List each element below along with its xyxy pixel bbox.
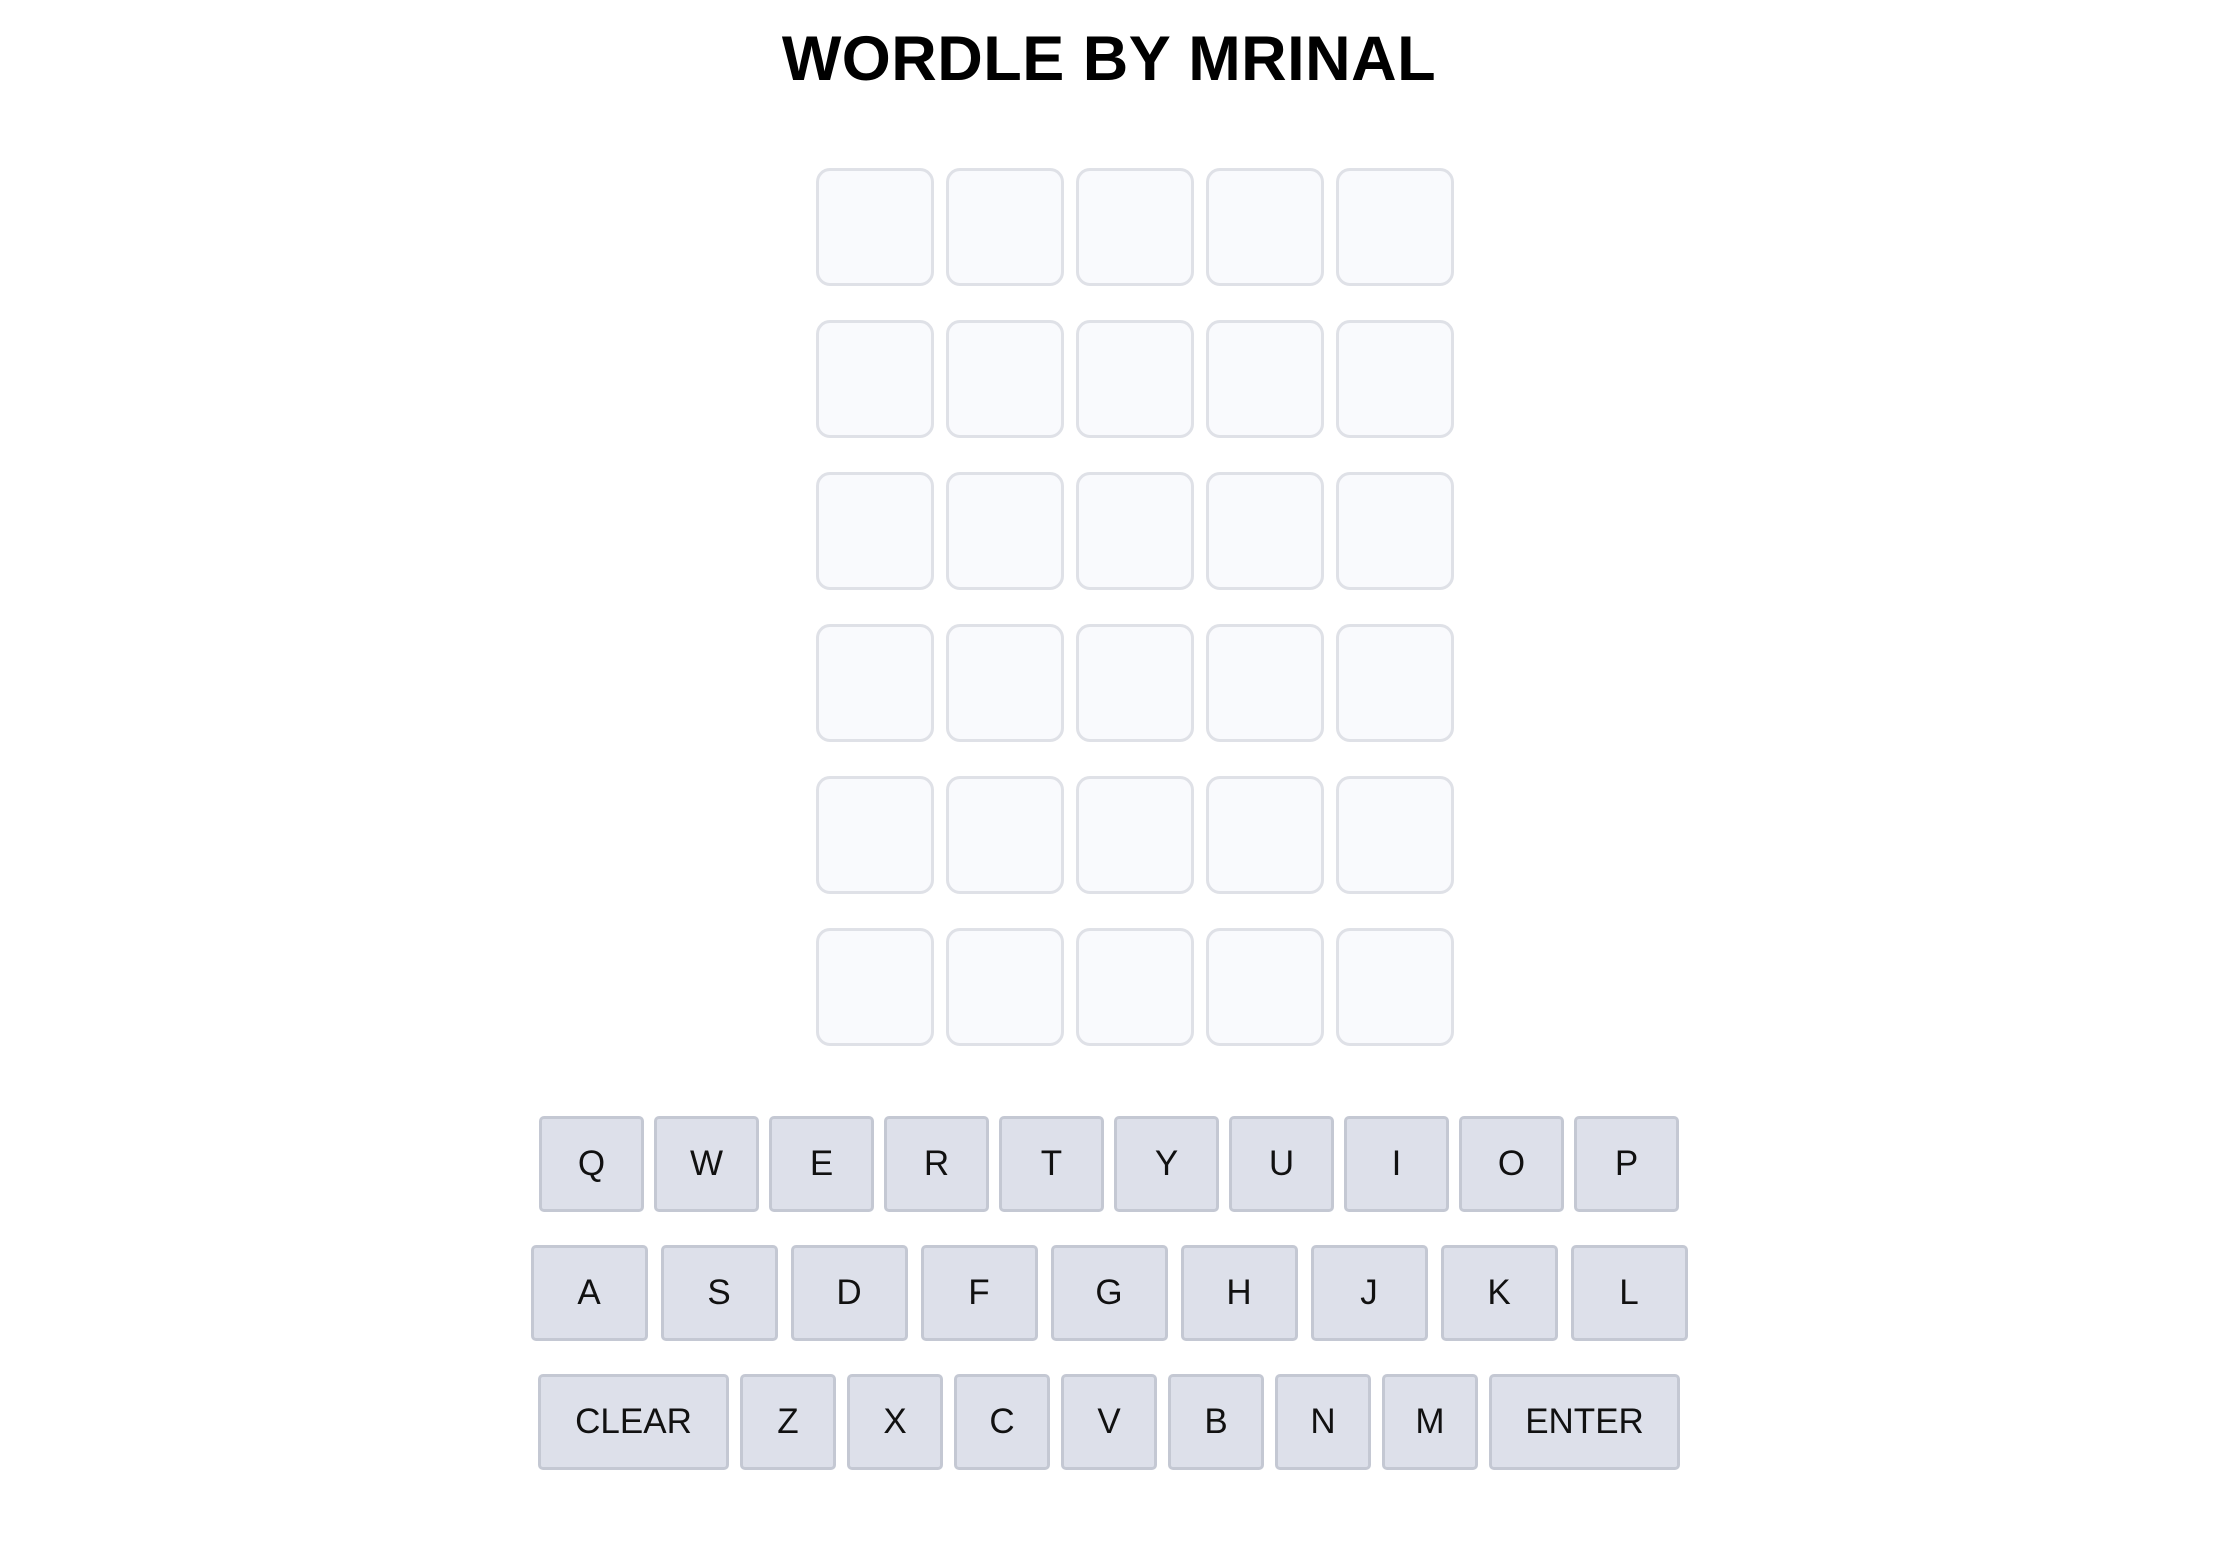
key-o[interactable]: O [1459, 1116, 1564, 1212]
letter-tile [816, 320, 934, 438]
letter-tile [816, 776, 934, 894]
letter-tile [1206, 776, 1324, 894]
letter-tile [816, 624, 934, 742]
letter-tile [946, 624, 1064, 742]
key-u[interactable]: U [1229, 1116, 1334, 1212]
letter-tile [1336, 472, 1454, 590]
tile-row [816, 776, 1454, 894]
letter-tile [1336, 168, 1454, 286]
key-r[interactable]: R [884, 1116, 989, 1212]
guess-board [816, 168, 1454, 1080]
letter-tile [1206, 928, 1324, 1046]
key-m[interactable]: M [1382, 1374, 1478, 1470]
on-screen-keyboard: Q W E R T Y U I O P A S D F G H J K L CLEAR Z X C V B N M ENTER [0, 1116, 2218, 1503]
letter-tile [1076, 624, 1194, 742]
tile-row [816, 472, 1454, 590]
key-y[interactable]: Y [1114, 1116, 1219, 1212]
tile-row [816, 168, 1454, 286]
key-q[interactable]: Q [539, 1116, 644, 1212]
keyboard-row: CLEAR Z X C V B N M ENTER [0, 1374, 2218, 1470]
tile-row [816, 624, 1454, 742]
letter-tile [1206, 168, 1324, 286]
letter-tile [1206, 472, 1324, 590]
key-w[interactable]: W [654, 1116, 759, 1212]
letter-tile [1336, 776, 1454, 894]
letter-tile [946, 472, 1064, 590]
key-f[interactable]: F [920, 1245, 1038, 1341]
letter-tile [1076, 320, 1194, 438]
key-s[interactable]: S [660, 1245, 778, 1341]
keyboard-row: QWERTYUIOP [0, 1116, 2218, 1212]
key-k[interactable]: K [1440, 1245, 1558, 1341]
key-x[interactable]: X [847, 1374, 943, 1470]
keyboard-row: ASDFGHJKL [0, 1245, 2218, 1341]
tile-row [816, 928, 1454, 1046]
letter-tile [1076, 168, 1194, 286]
key-v[interactable]: V [1061, 1374, 1157, 1470]
clear-key[interactable]: CLEAR [538, 1374, 729, 1470]
letter-tile [816, 168, 934, 286]
letter-tile [1076, 928, 1194, 1046]
key-l[interactable]: L [1570, 1245, 1688, 1341]
key-a[interactable]: A [530, 1245, 648, 1341]
key-t[interactable]: T [999, 1116, 1104, 1212]
letter-tile [946, 168, 1064, 286]
key-i[interactable]: I [1344, 1116, 1449, 1212]
letter-tile [816, 928, 934, 1046]
key-j[interactable]: J [1310, 1245, 1428, 1341]
key-p[interactable]: P [1574, 1116, 1679, 1212]
key-c[interactable]: C [954, 1374, 1050, 1470]
key-n[interactable]: N [1275, 1374, 1371, 1470]
letter-tile [946, 928, 1064, 1046]
key-e[interactable]: E [769, 1116, 874, 1212]
letter-tile [946, 320, 1064, 438]
tile-row [816, 320, 1454, 438]
letter-tile [1336, 624, 1454, 742]
key-d[interactable]: D [790, 1245, 908, 1341]
letter-tile [1206, 320, 1324, 438]
key-b[interactable]: B [1168, 1374, 1264, 1470]
letter-tile [1336, 320, 1454, 438]
key-z[interactable]: Z [740, 1374, 836, 1470]
key-g[interactable]: G [1050, 1245, 1168, 1341]
letter-tile [816, 472, 934, 590]
enter-key[interactable]: ENTER [1489, 1374, 1680, 1470]
letter-tile [946, 776, 1064, 894]
key-h[interactable]: H [1180, 1245, 1298, 1341]
letter-tile [1206, 624, 1324, 742]
letter-tile [1336, 928, 1454, 1046]
page-title: WORDLE BY MRINAL [781, 24, 1437, 94]
letter-tile [1076, 776, 1194, 894]
letter-tile [1076, 472, 1194, 590]
